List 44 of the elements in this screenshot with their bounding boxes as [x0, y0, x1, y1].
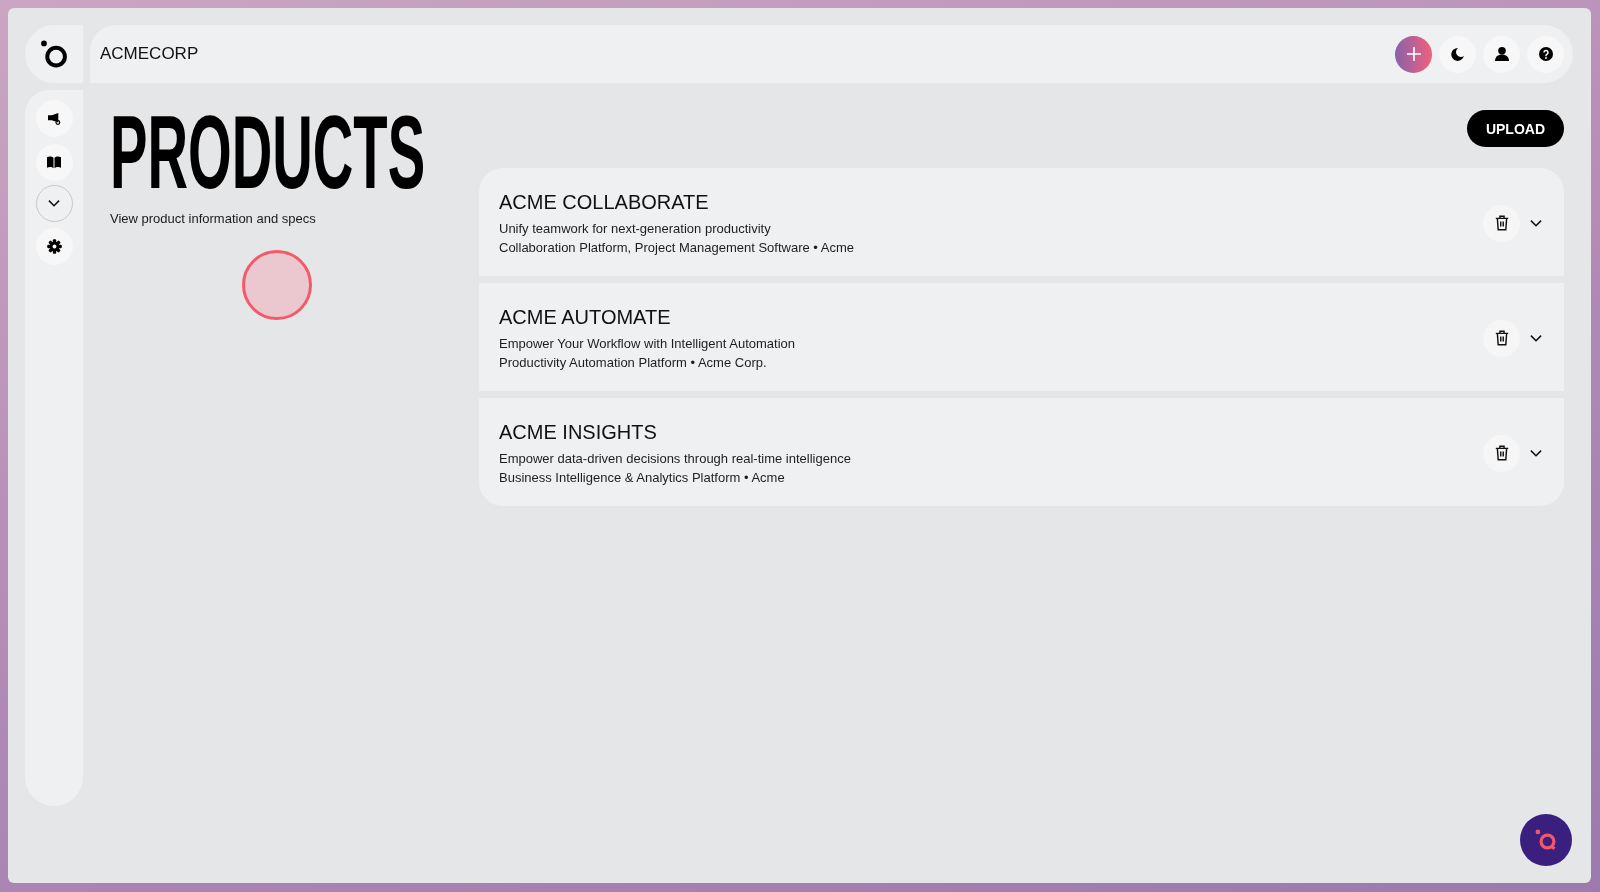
page-subtitle: View product information and specs	[110, 209, 317, 228]
chat-button[interactable]	[1520, 814, 1572, 866]
expand-button[interactable]	[1530, 334, 1542, 342]
add-button[interactable]	[1395, 35, 1432, 73]
expand-button[interactable]	[1530, 449, 1542, 457]
logo-icon	[41, 40, 67, 68]
ring-logo-icon	[1535, 829, 1557, 851]
delete-button[interactable]	[1483, 319, 1520, 357]
product-details: Collaboration Platform, Project Management Software • Acme	[499, 238, 855, 257]
page-title: PRODUCTS	[110, 111, 426, 192]
gear-icon	[46, 239, 62, 254]
expand-button[interactable]	[1530, 219, 1542, 227]
book-icon	[47, 156, 61, 169]
product-tagline: Empower data-driven decisions through real-time intelligence	[499, 449, 852, 468]
megaphone-button[interactable]	[35, 100, 73, 137]
profile-button[interactable]	[1483, 35, 1520, 73]
chevron-down-icon	[1530, 334, 1542, 342]
delete-button[interactable]	[1483, 434, 1520, 472]
book-button[interactable]	[35, 144, 73, 181]
dark-mode-button[interactable]	[1439, 35, 1476, 73]
chevron-down-icon	[1530, 219, 1542, 227]
product-details: Productivity Automation Platform • Acme Corp.	[499, 353, 768, 372]
trash-icon	[1494, 215, 1509, 231]
trash-icon	[1494, 330, 1509, 346]
settings-button[interactable]	[35, 228, 73, 265]
chevron-down-icon	[1530, 449, 1542, 457]
product-tagline: Unify teamwork for next-generation productivity	[499, 219, 772, 238]
chevron-down-icon	[48, 200, 60, 207]
product-details: Business Intelligence & Analytics Platform • Acme	[499, 468, 786, 487]
click-marker-icon	[242, 250, 312, 320]
brand-name: ACMECORP	[100, 44, 200, 64]
plus-icon	[1406, 47, 1421, 61]
product-name: ACME AUTOMATE	[499, 304, 672, 329]
moon-icon	[1451, 47, 1464, 61]
help-icon	[1538, 47, 1553, 61]
help-button[interactable]	[1527, 35, 1564, 73]
user-icon	[1494, 47, 1509, 61]
delete-button[interactable]	[1483, 204, 1520, 242]
trash-icon	[1494, 445, 1509, 461]
upload-button[interactable]: UPLOAD	[1466, 110, 1564, 147]
product-name: ACME COLLABORATE	[499, 189, 710, 214]
megaphone-icon	[47, 112, 61, 125]
product-name: ACME INSIGHTS	[499, 419, 658, 444]
product-tagline: Empower Your Workflow with Intelligent Automation	[499, 334, 797, 353]
